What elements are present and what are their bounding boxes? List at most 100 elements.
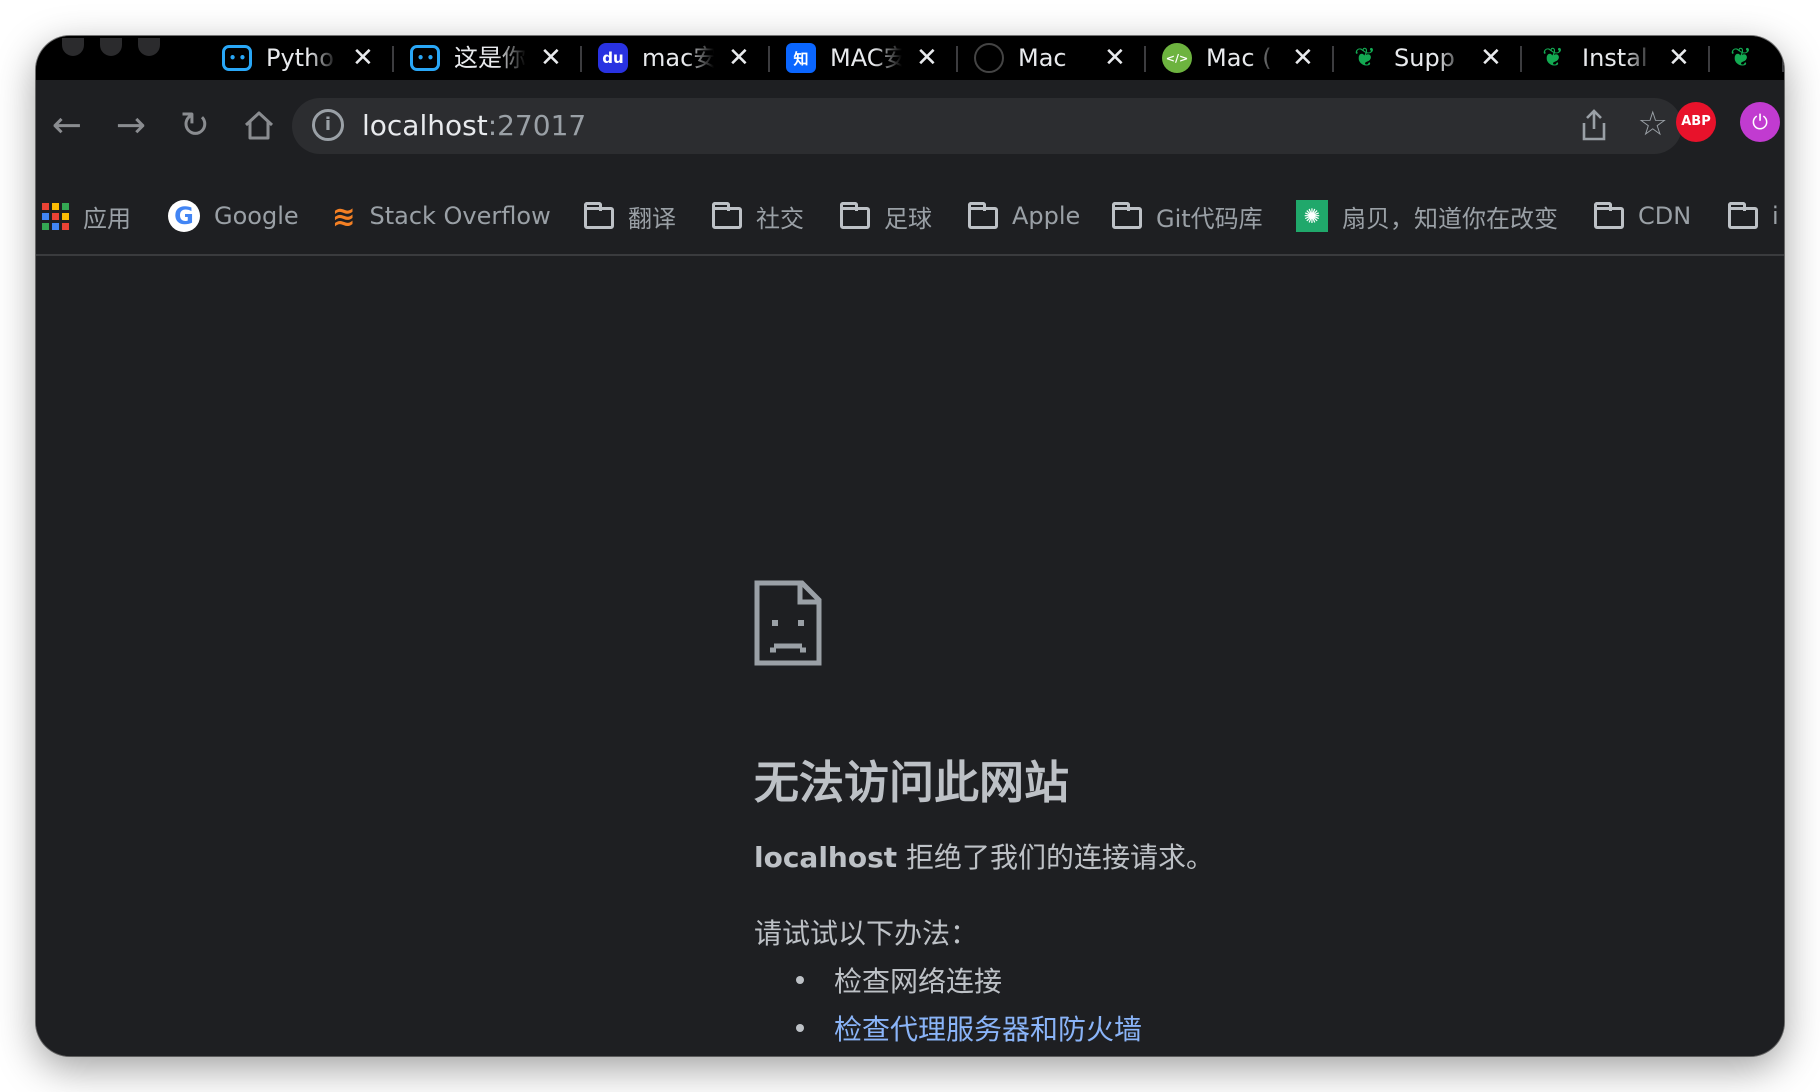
mongodb-leaf-icon: ❦: [1542, 43, 1564, 73]
error-message: 拒绝了我们的连接请求。: [897, 841, 1215, 874]
home-icon: [244, 111, 274, 140]
folder-icon: [584, 202, 614, 229]
adblock-extension-icon[interactable]: ABP: [1676, 102, 1716, 142]
tab-close-icon[interactable]: ✕: [1292, 36, 1314, 80]
tab-title: MAC安: [830, 44, 902, 72]
bullet: [796, 976, 804, 984]
tab-close-icon[interactable]: ✕: [352, 36, 374, 80]
bookmark-label: Git代码库: [1156, 204, 1263, 233]
bookmark-label: 翻译: [628, 204, 676, 233]
google-icon: G: [168, 200, 200, 232]
tab-strip: Pytho ✕ 这是你 ✕ du mac安 ✕ 知 MAC安 ✕ Mac ✕ <…: [36, 36, 1784, 80]
baidu-icon: du: [598, 43, 628, 73]
reload-icon: ↻: [179, 104, 211, 146]
bookmark-folder[interactable]: 翻译: [584, 196, 676, 236]
stackoverflow-icon: ≋: [332, 199, 356, 233]
bookmark-star-icon[interactable]: ☆: [1638, 104, 1668, 144]
bullet: [796, 1024, 804, 1032]
suggestion-item: 检查网络连接: [796, 960, 1002, 1000]
address-bar[interactable]: i localhost:27017 ☆: [292, 98, 1682, 154]
url-text[interactable]: localhost:27017: [362, 98, 586, 154]
toolbar: ← → ↻ i localhost:27017 ☆ ABP ⏻: [36, 80, 1784, 176]
extension-icon[interactable]: ⏻: [1740, 102, 1780, 142]
suggestions-heading: 请试试以下办法：: [754, 917, 979, 950]
bookmark-label: 社交: [756, 204, 804, 233]
tab[interactable]: ❦: [1710, 36, 1784, 80]
bookmark-label: Google: [214, 202, 299, 230]
bookmark-label: Apple: [1012, 202, 1081, 230]
tab-close-icon[interactable]: ✕: [1104, 36, 1126, 80]
bookmark-label: 扇贝，知道你在改变: [1342, 204, 1558, 233]
forward-button[interactable]: →: [106, 100, 156, 150]
tab[interactable]: Mac ✕: [958, 36, 1146, 80]
tab[interactable]: ❦ Supp ✕: [1334, 36, 1522, 80]
bookmark-folder[interactable]: Git代码库: [1112, 196, 1263, 236]
suggestion-link-text[interactable]: 检查代理服务器和防火墙: [834, 1008, 1142, 1048]
tab[interactable]: du mac安 ✕: [582, 36, 770, 80]
tab-title: 这是你: [454, 44, 526, 72]
folder-icon: [712, 202, 742, 229]
tab-title: Instal: [1582, 44, 1648, 72]
folder-icon: [1594, 202, 1624, 229]
bookmark-folder[interactable]: 社交: [712, 196, 804, 236]
robot-icon: [222, 45, 252, 71]
url-host: localhost: [362, 109, 488, 142]
bookmarks-bar: 应用 G Google ≋ Stack Overflow 翻译 社交 足球 Ap…: [36, 176, 1784, 256]
bookmark-label: 应用: [83, 204, 131, 233]
bookmark-folder[interactable]: Apple: [968, 196, 1080, 236]
error-description: localhost 拒绝了我们的连接请求。: [754, 836, 1214, 876]
error-title: 无法访问此网站: [754, 756, 1070, 809]
tab-title: Pytho: [266, 44, 334, 72]
apps-grid-icon: [42, 202, 69, 230]
window-controls: [62, 38, 160, 56]
tab[interactable]: 这是你 ✕: [394, 36, 582, 80]
tab-close-icon[interactable]: ✕: [1480, 36, 1502, 80]
tab-title: Mac: [1018, 44, 1067, 72]
browser-window: Pytho ✕ 这是你 ✕ du mac安 ✕ 知 MAC安 ✕ Mac ✕ <…: [36, 36, 1784, 1056]
code-icon: </>: [1162, 43, 1192, 73]
robot-icon: [410, 45, 440, 71]
bookmark-shanbay[interactable]: ✺ 扇贝，知道你在改变: [1296, 196, 1558, 236]
tab-title: mac安: [642, 44, 714, 72]
bookmark-label: 足球: [884, 204, 932, 233]
tab[interactable]: 知 MAC安 ✕: [770, 36, 958, 80]
bookmark-apps[interactable]: 应用: [42, 196, 131, 236]
suggestion-link-proxy-firewall[interactable]: 检查代理服务器和防火墙: [796, 1008, 1142, 1048]
zhihu-icon: 知: [786, 43, 816, 73]
reload-button[interactable]: ↻: [170, 100, 220, 150]
folder-icon: [1728, 202, 1758, 229]
arrow-left-icon: ←: [51, 104, 83, 146]
tab-close-icon[interactable]: ✕: [1668, 36, 1690, 80]
tab[interactable]: </> Mac ( ✕: [1146, 36, 1334, 80]
mongodb-leaf-icon: ❦: [1354, 43, 1376, 73]
tab-title: Mac (: [1206, 44, 1272, 72]
bookmark-stackoverflow[interactable]: ≋ Stack Overflow: [332, 196, 551, 236]
mongodb-leaf-icon: ❦: [1730, 43, 1752, 73]
home-button[interactable]: [234, 100, 284, 150]
share-icon[interactable]: [1580, 108, 1608, 150]
shanbay-icon: ✺: [1296, 200, 1328, 232]
folder-icon: [1112, 202, 1142, 229]
close-window-button[interactable]: [62, 38, 84, 56]
back-button[interactable]: ←: [42, 100, 92, 150]
tab-title: Supp: [1394, 44, 1455, 72]
bookmark-label: Stack Overflow: [369, 202, 551, 230]
bookmark-folder[interactable]: i: [1728, 196, 1779, 236]
info-icon[interactable]: i: [312, 109, 344, 141]
tab-close-icon[interactable]: ✕: [728, 36, 750, 80]
bookmark-google[interactable]: G Google: [168, 196, 299, 236]
tab[interactable]: ❦ Instal ✕: [1522, 36, 1710, 80]
zoom-window-button[interactable]: [138, 38, 160, 56]
bookmark-folder[interactable]: 足球: [840, 196, 932, 236]
bookmark-label: CDN: [1638, 202, 1692, 230]
url-port: :27017: [487, 109, 587, 142]
error-host: localhost: [754, 841, 898, 874]
page-content: 无法访问此网站 localhost 拒绝了我们的连接请求。 请试试以下办法： 检…: [36, 258, 1784, 1056]
tab-close-icon[interactable]: ✕: [916, 36, 938, 80]
bookmark-folder[interactable]: CDN: [1594, 196, 1691, 236]
minimize-window-button[interactable]: [100, 38, 122, 56]
folder-icon: [840, 202, 870, 229]
arrow-right-icon: →: [115, 104, 147, 146]
tab[interactable]: Pytho ✕: [206, 36, 394, 80]
tab-close-icon[interactable]: ✕: [540, 36, 562, 80]
